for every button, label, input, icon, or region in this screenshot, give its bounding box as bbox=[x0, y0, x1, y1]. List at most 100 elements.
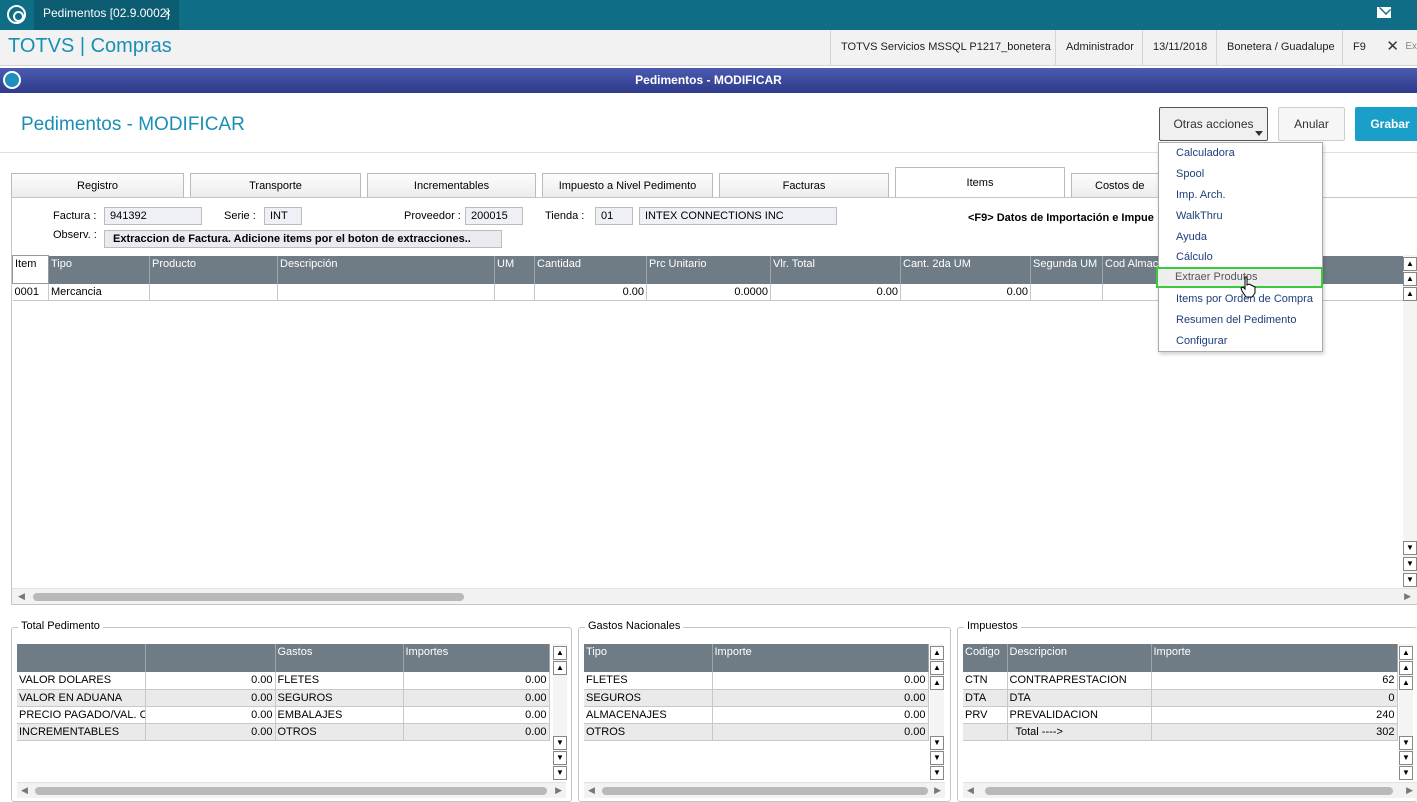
impuestos-vscroll[interactable]: ▲ ▲ ▲ ▼ ▼ ▼ bbox=[1399, 644, 1413, 780]
tab-items[interactable]: Items bbox=[895, 167, 1065, 198]
menu-item-configurar[interactable]: Configurar bbox=[1159, 331, 1322, 352]
gastos-vscroll[interactable]: ▲ ▲ ▲ ▼ ▼ ▼ bbox=[930, 644, 944, 780]
col-header[interactable] bbox=[17, 644, 146, 672]
table-cell[interactable]: 0001 bbox=[12, 283, 49, 301]
scroll-down-icon[interactable]: ▼ bbox=[930, 736, 944, 750]
table-cell[interactable]: 0.00 bbox=[712, 723, 929, 741]
col-header[interactable]: Importe bbox=[712, 644, 929, 672]
col-header[interactable]: Gastos bbox=[275, 644, 404, 672]
table-cell[interactable]: 0.00 bbox=[403, 706, 550, 724]
table-cell[interactable]: Mercancia bbox=[48, 283, 150, 301]
scroll-page-up-icon[interactable]: ▲ bbox=[930, 661, 944, 675]
col-header[interactable]: Codigo bbox=[963, 644, 1008, 672]
tab-impuesto-nivel-pedimento[interactable]: Impuesto a Nivel Pedimento bbox=[542, 173, 713, 197]
exit-label[interactable]: Ex bbox=[1405, 41, 1417, 52]
table-row[interactable]: SEGUROS 0.00 bbox=[584, 689, 929, 707]
hscroll-thumb[interactable] bbox=[33, 593, 464, 601]
table-cell[interactable]: CONTRAPRESTACION bbox=[1007, 672, 1152, 690]
tienda-field[interactable]: 01 bbox=[595, 207, 633, 225]
table-cell[interactable]: 0.0000 bbox=[646, 283, 771, 301]
scroll-left-icon[interactable]: ◀ bbox=[967, 785, 974, 796]
table-cell[interactable]: 0.00 bbox=[145, 672, 276, 690]
company-label[interactable]: Bonetera / Guadalupe bbox=[1216, 30, 1345, 66]
col-header[interactable]: Producto bbox=[149, 255, 278, 284]
scroll-page-up-icon[interactable]: ▲ bbox=[1403, 272, 1417, 286]
otras-acciones-button[interactable]: Otras acciones bbox=[1159, 107, 1268, 141]
scroll-bottom-icon[interactable]: ▼ bbox=[930, 766, 944, 780]
scroll-bottom-icon[interactable]: ▼ bbox=[553, 766, 567, 780]
table-cell[interactable]: 0.00 bbox=[712, 706, 929, 724]
table-cell[interactable]: 0.00 bbox=[534, 283, 647, 301]
col-header[interactable]: Cant. 2da UM bbox=[900, 255, 1031, 284]
scroll-up-icon[interactable]: ▲ bbox=[553, 661, 567, 675]
hscroll-thumb[interactable] bbox=[985, 787, 1393, 795]
menu-item-imp-arch[interactable]: Imp. Arch. bbox=[1159, 185, 1322, 206]
factura-field[interactable]: 941392 bbox=[104, 207, 202, 225]
scroll-page-down-icon[interactable]: ▼ bbox=[930, 751, 944, 765]
menu-item-calculadora[interactable]: Calculadora bbox=[1159, 143, 1322, 164]
table-cell[interactable]: OTROS bbox=[584, 723, 713, 741]
scroll-page-up-icon[interactable]: ▲ bbox=[1399, 661, 1413, 675]
table-cell[interactable] bbox=[149, 283, 278, 301]
table-cell[interactable]: 62 bbox=[1151, 672, 1398, 690]
user-label[interactable]: Administrador bbox=[1055, 30, 1144, 66]
help-key-label[interactable]: F9 bbox=[1342, 30, 1376, 66]
table-cell[interactable]: ALMACENAJES bbox=[584, 706, 713, 724]
table-cell[interactable]: PREVALIDACION bbox=[1007, 706, 1152, 724]
table-cell[interactable] bbox=[1030, 283, 1103, 301]
scroll-top-icon[interactable]: ▲ bbox=[1399, 646, 1413, 660]
table-cell[interactable]: EMBALAJES bbox=[275, 706, 404, 724]
table-cell[interactable]: OTROS bbox=[275, 723, 404, 741]
table-cell[interactable]: FLETES bbox=[584, 672, 713, 690]
col-header[interactable]: Descripcion bbox=[1007, 644, 1152, 672]
items-hscroll[interactable]: ◀ ▶ bbox=[12, 588, 1417, 604]
table-row[interactable]: OTROS 0.00 bbox=[584, 723, 929, 741]
scroll-down-icon[interactable]: ▼ bbox=[553, 736, 567, 750]
table-cell[interactable]: CTN bbox=[963, 672, 1008, 690]
gastos-hscroll[interactable]: ◀ ▶ bbox=[584, 782, 945, 798]
scroll-right-icon[interactable]: ▶ bbox=[1404, 591, 1411, 602]
table-cell[interactable]: INCREMENTABLES bbox=[17, 723, 146, 741]
table-cell[interactable]: SEGUROS bbox=[275, 689, 404, 707]
col-header[interactable]: UM bbox=[494, 255, 535, 284]
table-cell[interactable]: 302 bbox=[1151, 723, 1398, 741]
table-cell[interactable]: 0.00 bbox=[145, 706, 276, 724]
environment-label[interactable]: TOTVS Servicios MSSQL P1217_bonetera bbox=[830, 30, 1061, 66]
tab-costos[interactable]: Costos de Me bbox=[1071, 173, 1161, 197]
col-header[interactable]: Segunda UM bbox=[1030, 255, 1103, 284]
scroll-page-down-icon[interactable]: ▼ bbox=[1403, 557, 1417, 571]
scroll-up-icon[interactable]: ▲ bbox=[1403, 287, 1417, 301]
proveedor-field[interactable]: 200015 bbox=[465, 207, 523, 225]
table-cell[interactable]: 0 bbox=[1151, 689, 1398, 707]
menu-item-spool[interactable]: Spool bbox=[1159, 164, 1322, 185]
table-cell[interactable] bbox=[963, 723, 1008, 741]
col-header[interactable]: Prc Unitario bbox=[646, 255, 771, 284]
table-row[interactable]: CTN CONTRAPRESTACION 62 bbox=[963, 672, 1398, 690]
table-cell[interactable]: 0.00 bbox=[403, 689, 550, 707]
scroll-left-icon[interactable]: ◀ bbox=[21, 785, 28, 796]
scroll-right-icon[interactable]: ▶ bbox=[1406, 785, 1413, 796]
table-cell[interactable]: 0.00 bbox=[403, 672, 550, 690]
table-cell[interactable]: Total ----> bbox=[1007, 723, 1152, 741]
table-row[interactable]: PRV PREVALIDACION 240 bbox=[963, 706, 1398, 724]
scroll-right-icon[interactable]: ▶ bbox=[934, 785, 941, 796]
table-cell[interactable]: 0.00 bbox=[403, 723, 550, 741]
col-header[interactable]: Tipo bbox=[48, 255, 150, 284]
anular-button[interactable]: Anular bbox=[1278, 107, 1345, 141]
scroll-bottom-icon[interactable]: ▼ bbox=[1399, 766, 1413, 780]
scroll-top-icon[interactable]: ▲ bbox=[930, 646, 944, 660]
table-cell[interactable]: FLETES bbox=[275, 672, 404, 690]
impuestos-hscroll[interactable]: ◀ ▶ bbox=[963, 782, 1417, 798]
col-header[interactable]: Descripción bbox=[277, 255, 495, 284]
table-cell[interactable]: 0.00 bbox=[770, 283, 901, 301]
table-cell[interactable]: PRV bbox=[963, 706, 1008, 724]
table-row[interactable]: VALOR DOLARES 0.00 FLETES 0.00 bbox=[17, 672, 550, 690]
scroll-page-down-icon[interactable]: ▼ bbox=[1399, 751, 1413, 765]
app-tab[interactable]: Pedimentos [02.9.0002] × bbox=[34, 0, 179, 30]
menu-item-resumen-pedimento[interactable]: Resumen del Pedimento bbox=[1159, 310, 1322, 331]
total-hscroll[interactable]: ◀ ▶ bbox=[17, 782, 566, 798]
grabar-button[interactable]: Grabar bbox=[1355, 107, 1417, 141]
col-header[interactable]: Cantidad bbox=[534, 255, 647, 284]
scroll-page-down-icon[interactable]: ▼ bbox=[553, 751, 567, 765]
tab-incrementables[interactable]: Incrementables bbox=[367, 173, 536, 197]
